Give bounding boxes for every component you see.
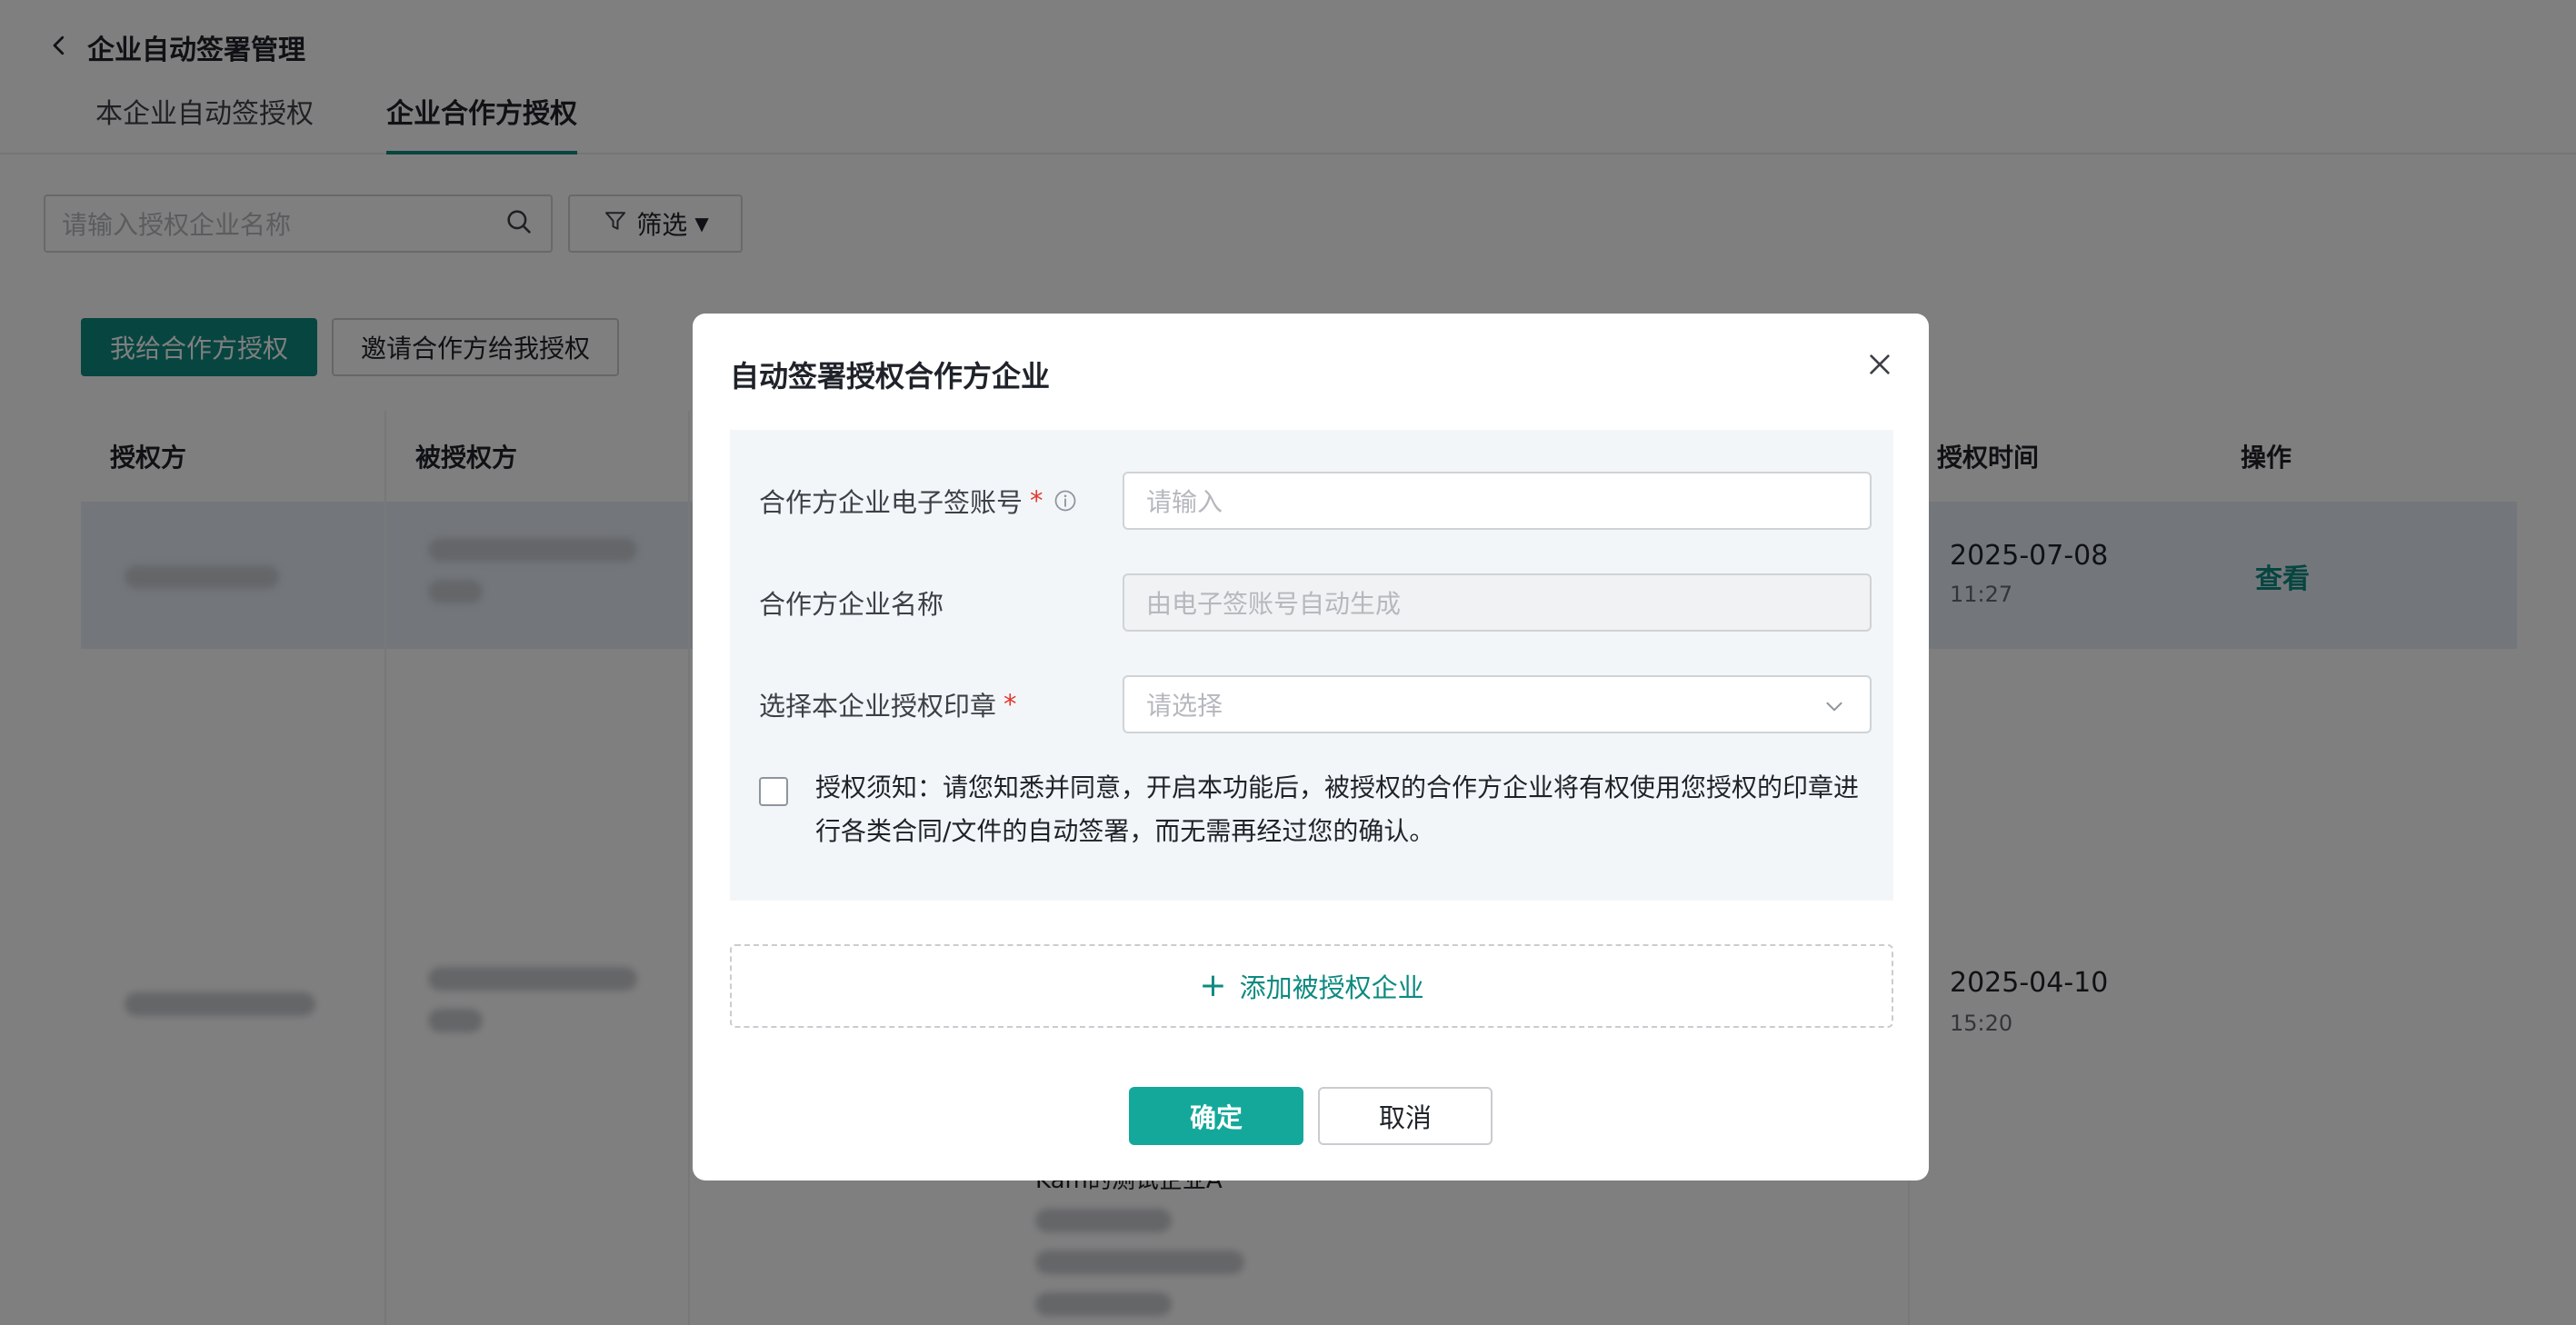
partner-name-input: 由电子签账号自动生成 xyxy=(1123,573,1872,632)
required-mark: * xyxy=(1003,689,1017,720)
seal-field-label: 选择本企业授权印章 * xyxy=(759,675,1017,733)
info-icon[interactable] xyxy=(1053,488,1078,513)
chevron-down-icon xyxy=(1826,702,1842,712)
required-mark: * xyxy=(1030,485,1043,516)
seal-placeholder: 请选择 xyxy=(1146,691,1223,721)
auth-notice: 授权须知：请您知悉并同意，开启本功能后，被授权的合作方企业将有权使用您授权的印章… xyxy=(815,772,1860,846)
cancel-button[interactable]: 取消 xyxy=(1318,1087,1493,1145)
auth-partner-dialog: 自动签署授权合作方企业 合作方企业电子签账号 * 请输入 合作方企业名称 由电子… xyxy=(693,314,1929,1181)
name-label-text: 合作方企业名称 xyxy=(759,589,944,620)
agree-checkbox[interactable] xyxy=(759,777,788,806)
seal-select[interactable]: 请选择 xyxy=(1123,675,1872,733)
partner-account-input[interactable]: 请输入 xyxy=(1123,472,1872,530)
plus-icon: + xyxy=(1199,967,1227,1004)
confirm-button[interactable]: 确定 xyxy=(1129,1087,1303,1145)
add-grantee-button[interactable]: + 添加被授权企业 xyxy=(730,944,1893,1028)
form-panel: 合作方企业电子签账号 * 请输入 合作方企业名称 由电子签账号自动生成 选择本企… xyxy=(730,430,1893,901)
close-icon[interactable] xyxy=(1863,348,1896,381)
account-placeholder: 请输入 xyxy=(1146,487,1223,517)
dialog-title: 自动签署授权合作方企业 xyxy=(730,359,1051,394)
account-label-text: 合作方企业电子签账号 xyxy=(759,487,1023,518)
name-placeholder: 由电子签账号自动生成 xyxy=(1146,589,1402,619)
add-grantee-label: 添加被授权企业 xyxy=(1239,972,1424,1003)
account-field-label: 合作方企业电子签账号 * xyxy=(759,472,1078,530)
name-field-label: 合作方企业名称 xyxy=(759,573,944,632)
seal-label-text: 选择本企业授权印章 xyxy=(759,691,997,722)
